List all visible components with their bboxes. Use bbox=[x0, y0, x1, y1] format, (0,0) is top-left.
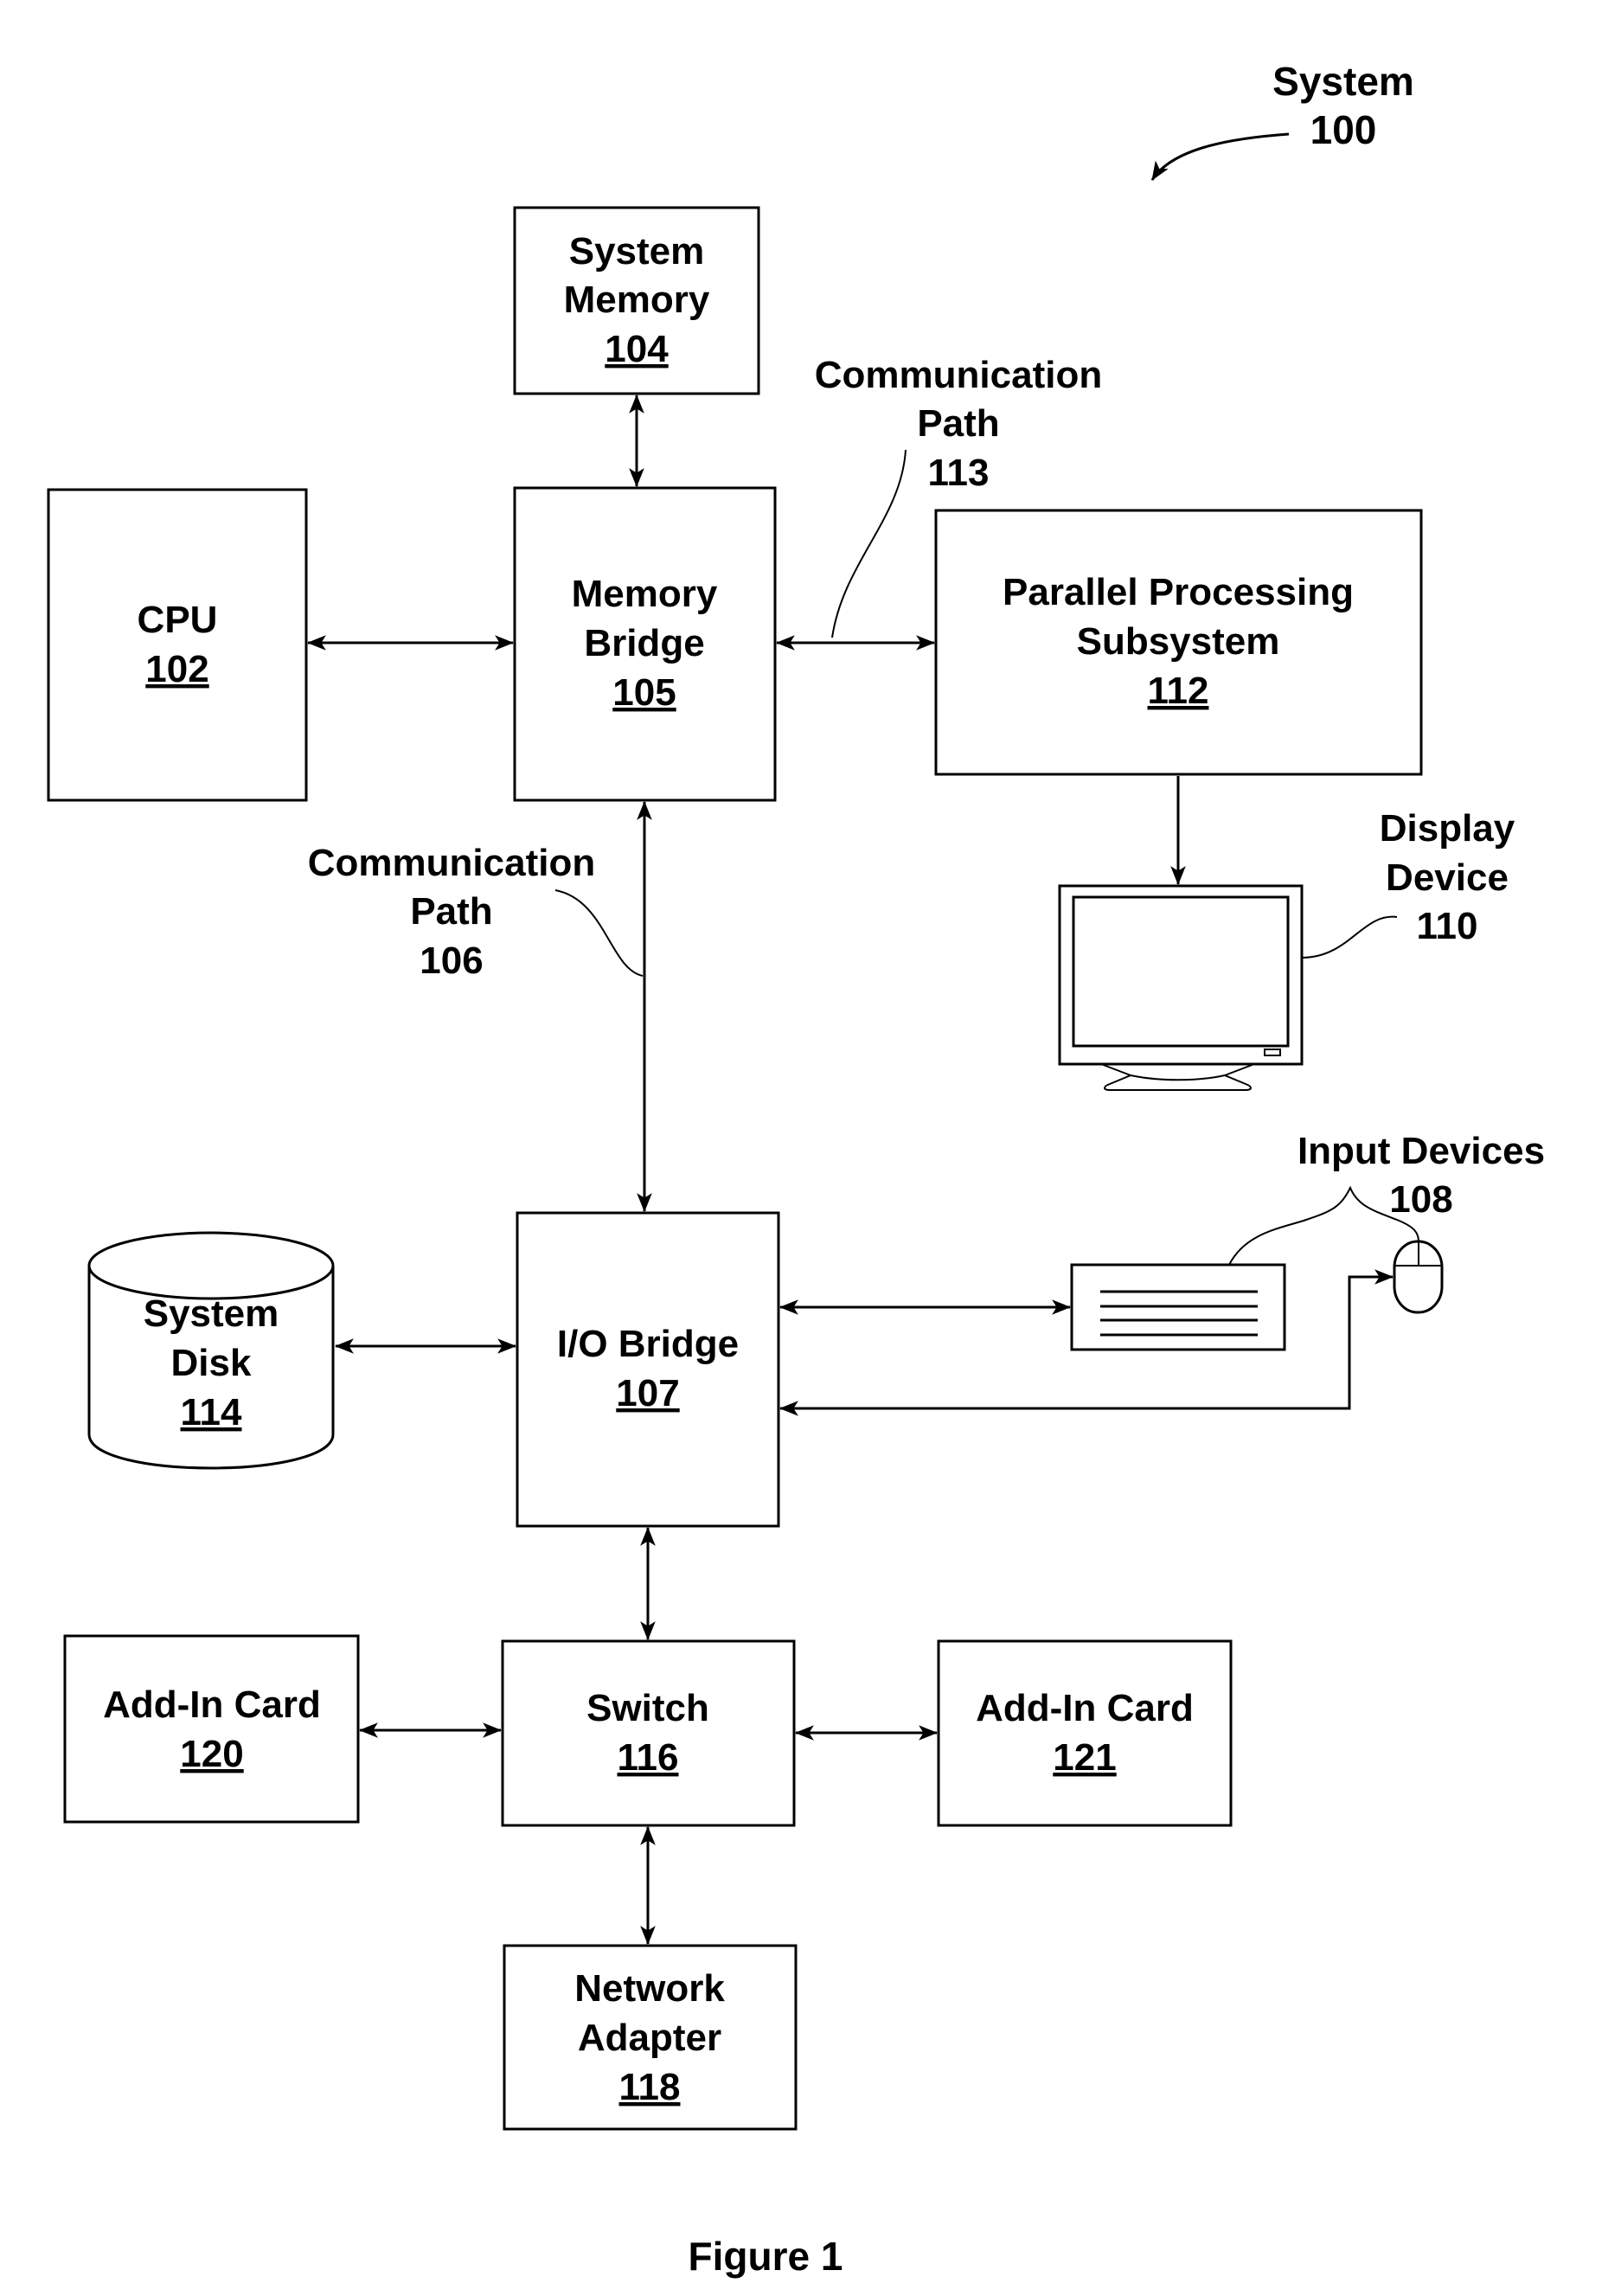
cpu-box[interactable] bbox=[47, 488, 308, 802]
comm-path-113-label-1: Communication bbox=[815, 354, 1102, 396]
switch-box[interactable] bbox=[501, 1639, 796, 1827]
switch-block[interactable]: Switch 116 bbox=[501, 1639, 796, 1827]
parallel-processing-label-2: Subsystem bbox=[1077, 620, 1280, 663]
system-label: System 100 bbox=[1150, 59, 1414, 181]
system-memory-ref: 104 bbox=[605, 328, 669, 370]
cpu-ref: 102 bbox=[145, 648, 208, 690]
memory-bridge-label-2: Bridge bbox=[584, 622, 704, 664]
system-disk-label-2: Disk bbox=[171, 1342, 252, 1384]
system-disk-label-1: System bbox=[144, 1292, 279, 1335]
add-in-card-120-box[interactable] bbox=[63, 1634, 360, 1824]
comm-path-106-ref: 106 bbox=[420, 940, 483, 982]
add-in-card-121-box[interactable] bbox=[937, 1639, 1233, 1827]
system-memory-label-1: System bbox=[569, 230, 705, 273]
switch-label: Switch bbox=[586, 1687, 709, 1729]
io-bridge-ref: 107 bbox=[616, 1372, 679, 1414]
input-devices[interactable]: Input Devices 108 bbox=[1070, 1130, 1545, 1351]
communication-path-106-callout: Communication Path 106 bbox=[308, 842, 644, 982]
io-bridge-box[interactable] bbox=[516, 1211, 780, 1528]
figure-caption: Figure 1 bbox=[689, 2234, 843, 2279]
comm-path-106-label-1: Communication bbox=[308, 842, 595, 884]
display-device-ref: 110 bbox=[1417, 905, 1478, 947]
io-bridge-label: I/O Bridge bbox=[557, 1323, 739, 1365]
add-in-card-120-block[interactable]: Add-In Card 120 bbox=[63, 1634, 360, 1824]
system-memory-label-2: Memory bbox=[564, 279, 710, 321]
keyboard-icon[interactable] bbox=[1070, 1263, 1286, 1351]
input-devices-label: Input Devices bbox=[1297, 1130, 1545, 1172]
display-device[interactable]: Display Device 110 bbox=[1058, 807, 1515, 1091]
add-in-card-121-ref: 121 bbox=[1053, 1736, 1116, 1779]
comm-path-113-leader bbox=[831, 449, 907, 638]
system-pointer-arrow bbox=[1150, 132, 1290, 181]
comm-path-106-leader bbox=[554, 889, 644, 977]
comm-path-113-ref: 113 bbox=[928, 452, 990, 494]
display-device-leader bbox=[1301, 915, 1398, 959]
network-adapter-label-1: Network bbox=[574, 1967, 725, 2010]
comm-path-113-label-2: Path bbox=[917, 402, 999, 445]
add-in-card-121-block[interactable]: Add-In Card 121 bbox=[937, 1639, 1233, 1827]
add-in-card-121-label: Add-In Card bbox=[976, 1687, 1194, 1729]
add-in-card-120-label: Add-In Card bbox=[103, 1684, 321, 1726]
cpu-block[interactable]: CPU 102 bbox=[47, 488, 308, 802]
system-memory-block[interactable]: System Memory 104 bbox=[513, 206, 760, 395]
system-disk-block[interactable]: System Disk 114 bbox=[87, 1231, 335, 1470]
display-device-label-1: Display bbox=[1380, 807, 1515, 850]
add-in-card-120-ref: 120 bbox=[180, 1733, 243, 1775]
memory-bridge-block[interactable]: Memory Bridge 105 bbox=[513, 486, 777, 802]
input-devices-ref: 108 bbox=[1389, 1178, 1452, 1221]
mouse-icon[interactable] bbox=[1393, 1240, 1444, 1314]
parallel-processing-label-1: Parallel Processing bbox=[1003, 571, 1354, 613]
memory-bridge-label-1: Memory bbox=[572, 573, 718, 615]
network-adapter-label-2: Adapter bbox=[578, 2017, 721, 2059]
display-device-label-2: Device bbox=[1386, 856, 1509, 899]
switch-ref: 116 bbox=[618, 1736, 679, 1779]
parallel-processing-block[interactable]: Parallel Processing Subsystem 112 bbox=[934, 509, 1423, 776]
system-label-name: System bbox=[1272, 59, 1414, 104]
mouse-io-bridge-arrow bbox=[778, 1269, 1394, 1416]
network-adapter-block[interactable]: Network Adapter 118 bbox=[503, 1944, 798, 2131]
parallel-processing-ref: 112 bbox=[1148, 670, 1209, 712]
io-bridge-block[interactable]: I/O Bridge 107 bbox=[516, 1211, 780, 1528]
memory-bridge-ref: 105 bbox=[612, 671, 676, 714]
network-adapter-ref: 118 bbox=[619, 2066, 681, 2108]
system-disk-ref: 114 bbox=[181, 1391, 243, 1433]
monitor-icon bbox=[1058, 884, 1304, 1091]
cpu-label: CPU bbox=[138, 599, 218, 641]
system-block-diagram: System 100 System Memory 104 CPU 102 Mem… bbox=[47, 59, 1545, 2279]
system-label-ref: 100 bbox=[1310, 107, 1377, 152]
comm-path-106-label-2: Path bbox=[410, 890, 492, 933]
